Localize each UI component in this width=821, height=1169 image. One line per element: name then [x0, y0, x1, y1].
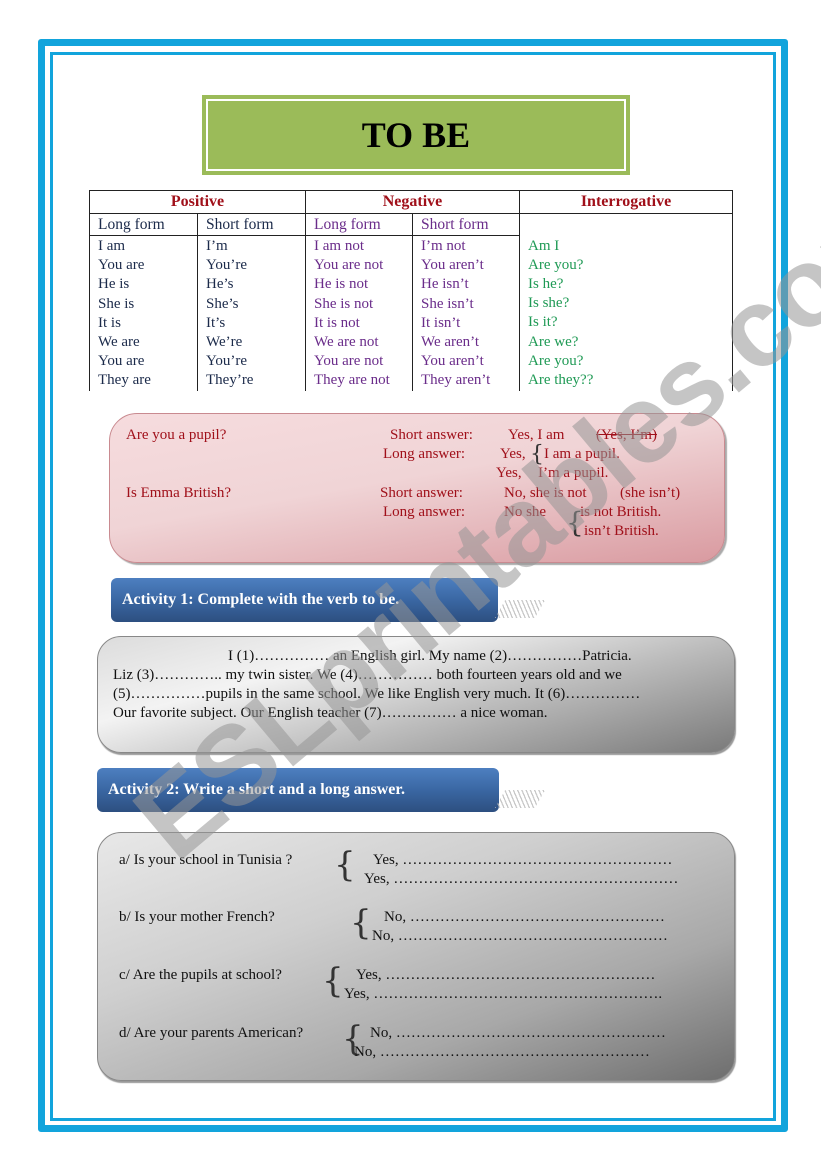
table-cell: You aren’t — [421, 353, 484, 370]
table-cell: Am I — [528, 237, 560, 254]
short-answer-1-struck: (Yes, I’m) — [596, 427, 657, 443]
table-cell: You are — [98, 353, 145, 370]
col-pos-long: I am You are He is She is It is We are You are… — [89, 235, 198, 391]
activity-2-answer-a-short[interactable]: Yes, ……………………………………………… — [373, 852, 672, 869]
table-cell: You’re — [206, 353, 247, 370]
long-answer-2b: isn’t British. — [584, 523, 659, 539]
table-cell: It isn’t — [421, 314, 461, 331]
activity-2-question-b: b/ Is your mother French? — [119, 909, 275, 925]
activity-2-question-a: a/ Is your school in Tunisia ? — [119, 852, 293, 868]
activity-1-line: Our favorite subject. Our English teache… — [113, 705, 548, 721]
col-neg-short: I’m not You aren’t He isn’t She isn’t It isn… — [412, 235, 520, 391]
long-answer-2-prefix: No she — [504, 504, 547, 520]
table-cell: She isn’t — [421, 295, 474, 312]
table-cell: She’s — [206, 295, 239, 312]
table-cell: I am not — [314, 238, 364, 254]
brace-icon: { — [334, 845, 356, 885]
table-cell: She is not — [314, 295, 374, 312]
table-cell: We are — [98, 334, 140, 351]
activity-2-answer-d-long[interactable]: No, ……………………………………………… — [354, 1044, 650, 1061]
table-cell: It is — [98, 314, 121, 331]
activity-2-answer-a-long[interactable]: Yes, ………………………………………………… — [364, 871, 678, 888]
table-cell: Is it? — [528, 314, 558, 331]
table-cell: He’s — [206, 276, 234, 293]
long-answer-2a: is not British. — [580, 504, 662, 520]
table-cell: Are they?? — [528, 371, 594, 388]
activity-1-line: I (1)…………… an English girl. My name (2)…… — [228, 648, 632, 664]
activity-2-box: a/ Is your school in Tunisia ? { Yes, ……… — [97, 832, 735, 1081]
subheader-pos-long: Long form — [89, 213, 198, 236]
long-answer-label-2: Long answer: — [383, 504, 466, 520]
table-cell: He isn’t — [421, 276, 469, 293]
table-cell: They are not — [314, 372, 390, 389]
activity-2-question-c: c/ Are the pupils at school? — [119, 967, 282, 983]
title-banner: TO BE — [202, 95, 630, 175]
table-cell: I’m — [206, 238, 228, 254]
col-pos-short: I’m You’re He’s She’s It’s We’re You’re They’re — [197, 235, 306, 391]
activity-1-header: Activity 1: Complete with the verb to be… — [111, 578, 498, 622]
table-cell: He is — [98, 276, 130, 293]
table-cell: It is not — [314, 314, 360, 331]
activity-2-header: Activity 2: Write a short and a long ans… — [97, 768, 499, 812]
short-answer-2-alt: (she isn’t) — [620, 485, 681, 501]
table-cell: They aren’t — [421, 372, 491, 389]
col-interrogative: Am I Are you? Is he? Is she? Is it? Are we? Ar… — [519, 235, 733, 391]
long-answer-1a: I am a pupil. — [544, 446, 620, 462]
example-question-1: Are you a pupil? — [126, 427, 227, 443]
short-answer-label-2: Short answer: — [380, 485, 463, 501]
table-cell: You are — [98, 257, 145, 274]
activity-2-answer-c-long[interactable]: Yes, …………………………………………………. — [344, 986, 662, 1003]
conjugation-table: Positive Negative Interrogative Long for… — [89, 190, 733, 391]
table-cell: You are not — [314, 257, 384, 274]
col-neg-long: I am not You are not He is not She is not It… — [305, 235, 413, 391]
activity-2-question-d: d/ Are your parents American? — [119, 1025, 304, 1041]
table-cell: We are not — [314, 334, 379, 351]
activity-1-line: (5)……………pupils in the same school. We li… — [113, 686, 641, 702]
header-positive: Positive — [89, 190, 306, 214]
brace-icon: { — [350, 903, 372, 943]
table-cell: You are not — [314, 353, 384, 370]
example-answers-box: Are you a pupil? Short answer: Yes, I am… — [109, 413, 725, 563]
table-cell: We aren’t — [421, 334, 480, 351]
long-answer-1b-yes: Yes, — [496, 465, 522, 481]
table-cell: She is — [98, 295, 135, 312]
table-cell: You aren’t — [421, 257, 484, 274]
activity-2-answer-c-short[interactable]: Yes, ……………………………………………… — [356, 967, 655, 984]
activity-1-box: I (1)…………… an English girl. My name (2)…… — [97, 636, 735, 753]
subheader-interrogative-empty — [519, 213, 733, 236]
table-cell: Are you? — [528, 256, 584, 273]
subheader-neg-long: Long form — [305, 213, 413, 236]
table-cell: Are you? — [528, 352, 584, 369]
short-answer-2: No, she is not — [504, 485, 587, 501]
table-cell: We’re — [206, 334, 243, 351]
subheader-neg-short: Short form — [412, 213, 520, 236]
table-cell: Is she? — [528, 295, 570, 312]
table-cell: I’m not — [421, 238, 466, 254]
table-cell: Is he? — [528, 275, 564, 292]
table-cell: Are we? — [528, 333, 579, 350]
header-interrogative: Interrogative — [519, 190, 733, 214]
activity-2-answer-d-short[interactable]: No, ……………………………………………… — [370, 1025, 666, 1042]
header-negative: Negative — [305, 190, 520, 214]
table-cell: He is not — [314, 276, 369, 293]
subheader-pos-short: Short form — [197, 213, 306, 236]
brace-icon: { — [530, 442, 544, 467]
long-answer-label-1: Long answer: — [383, 446, 466, 462]
table-cell: They’re — [206, 372, 254, 389]
example-question-2: Is Emma British? — [126, 485, 231, 501]
activity-1-line: Liz (3)………….. my twin sister. We (4)…………… — [113, 667, 622, 683]
page-title: TO BE — [206, 99, 626, 171]
table-cell: You’re — [206, 257, 247, 274]
activity-2-answer-b-short[interactable]: No, …………………………………………… — [384, 909, 665, 926]
long-answer-1b: I’m a pupil. — [538, 465, 609, 481]
table-cell: They are — [98, 372, 151, 389]
short-answer-label-1: Short answer: — [390, 427, 473, 443]
activity-2-answer-b-long[interactable]: No, ……………………………………………… — [372, 928, 668, 945]
long-answer-1a-yes: Yes, — [500, 446, 526, 462]
brace-icon: { — [322, 961, 344, 1001]
table-cell: It’s — [206, 314, 226, 331]
table-cell: I am — [98, 238, 126, 254]
